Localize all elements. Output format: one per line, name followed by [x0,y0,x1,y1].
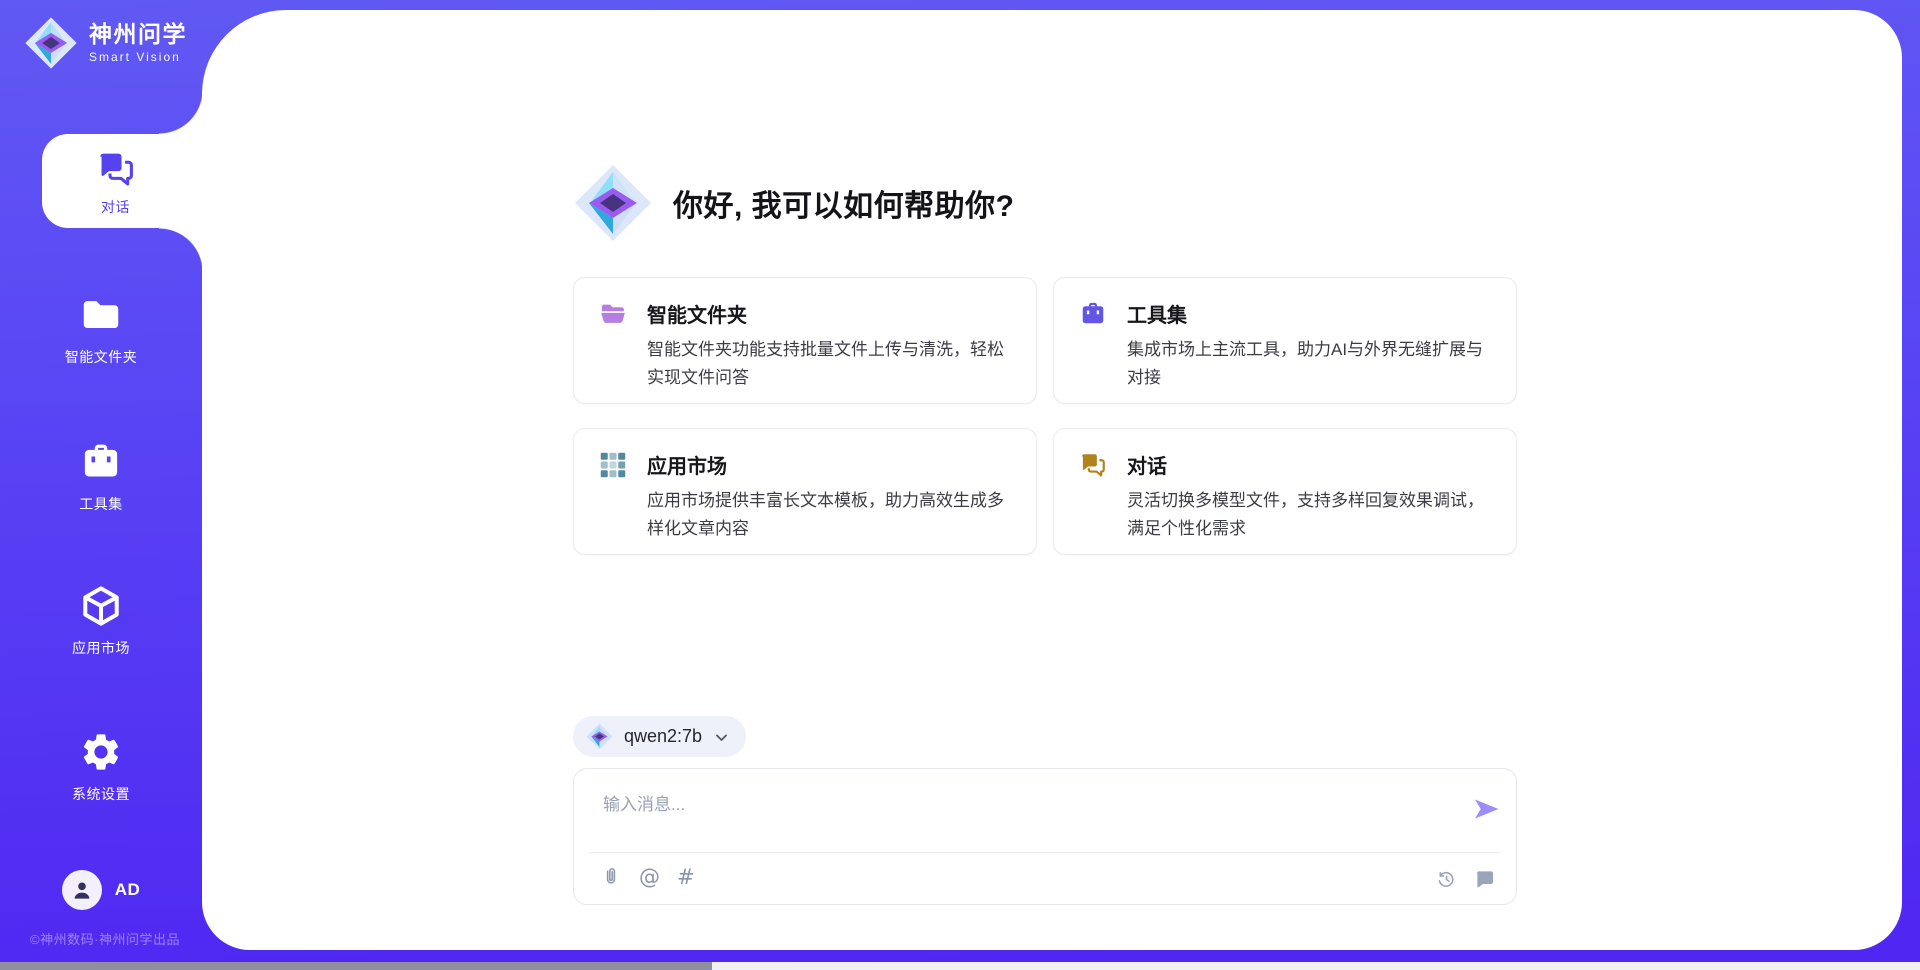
sidebar-item-chat[interactable]: 对话 [42,134,203,228]
card-description: 应用市场提供丰富长文本模板，助力高效生成多样化文章内容 [647,487,1010,543]
brand-subtitle: Smart Vision [89,50,187,64]
message-input[interactable] [601,788,1441,840]
message-composer: @ # [573,768,1517,905]
attachment-icon[interactable] [600,866,622,888]
card-title: 智能文件夹 [647,299,1010,328]
card-description: 智能文件夹功能支持批量文件上传与清洗，轻松实现文件问答 [647,336,1010,392]
chat-bubble-icon[interactable] [1474,868,1496,890]
user-initials: AD [115,880,141,900]
avatar [62,870,102,910]
card-chat[interactable]: 对话 灵活切换多模型文件，支持多样回复效果调试，满足个性化需求 [1053,428,1517,555]
composer-divider [590,852,1500,853]
horizontal-scrollbar-thumb[interactable] [0,962,712,970]
model-selector[interactable]: qwen2:7b [573,716,746,757]
chevron-down-icon [713,729,730,746]
sidebar-item-app-market[interactable]: 应用市场 [0,583,202,658]
gear-icon [78,729,124,775]
folder-icon [78,292,124,338]
card-smart-folder[interactable]: 智能文件夹 智能文件夹功能支持批量文件上传与清洗，轻松实现文件问答 [573,277,1037,404]
sidebar-item-label: 智能文件夹 [65,347,138,367]
horizontal-scrollbar-track[interactable] [0,962,1920,970]
sidebar-item-label: 对话 [101,197,130,217]
card-title: 对话 [1127,450,1490,479]
sidebar-item-label: 应用市场 [72,638,130,658]
folder-icon [599,300,627,328]
active-tab-top-curve [159,90,203,134]
card-title: 应用市场 [647,450,1010,479]
history-icon[interactable] [1436,869,1457,890]
sidebar-item-toolset[interactable]: 工具集 [0,439,202,514]
card-toolset[interactable]: 工具集 集成市场上主流工具，助力AI与外界无缝扩展与对接 [1053,277,1517,404]
toolbox-icon [78,439,124,485]
active-tab-bottom-curve [159,228,203,272]
card-app-market[interactable]: 应用市场 应用市场提供丰富长文本模板，助力高效生成多样化文章内容 [573,428,1037,555]
feature-cards: 智能文件夹 智能文件夹功能支持批量文件上传与清洗，轻松实现文件问答 工具集 集成… [573,277,1517,555]
send-icon[interactable] [1471,794,1501,824]
model-name: qwen2:7b [624,726,702,747]
user-menu[interactable]: AD [0,870,202,910]
toolbox-icon [1079,300,1107,328]
brand-name: 神州问学 [89,22,187,47]
sidebar-item-label: 工具集 [79,494,123,514]
mention-icon[interactable]: @ [639,865,660,889]
chat-icon [1079,451,1107,479]
cube-icon [78,583,124,629]
sidebar-item-settings[interactable]: 系统设置 [0,729,202,804]
app-logo-icon [573,163,653,243]
hashtag-icon[interactable]: # [677,865,695,889]
card-description: 灵活切换多模型文件，支持多样回复效果调试，满足个性化需求 [1127,487,1490,543]
brand-logo-icon [24,16,78,70]
brand[interactable]: 神州问学 Smart Vision [24,16,187,70]
sidebar-item-label: 系统设置 [72,784,130,804]
card-title: 工具集 [1127,299,1490,328]
greeting: 你好, 我可以如何帮助你? [573,163,1015,243]
card-description: 集成市场上主流工具，助力AI与外界无缝扩展与对接 [1127,336,1490,392]
copyright: ©神州数码·神州问学出品 [0,929,210,948]
grid-icon [599,451,627,479]
model-logo-icon [586,723,613,750]
sidebar-item-smart-folder[interactable]: 智能文件夹 [0,292,202,367]
chat-icon [93,146,139,192]
greeting-text: 你好, 我可以如何帮助你? [673,181,1015,225]
